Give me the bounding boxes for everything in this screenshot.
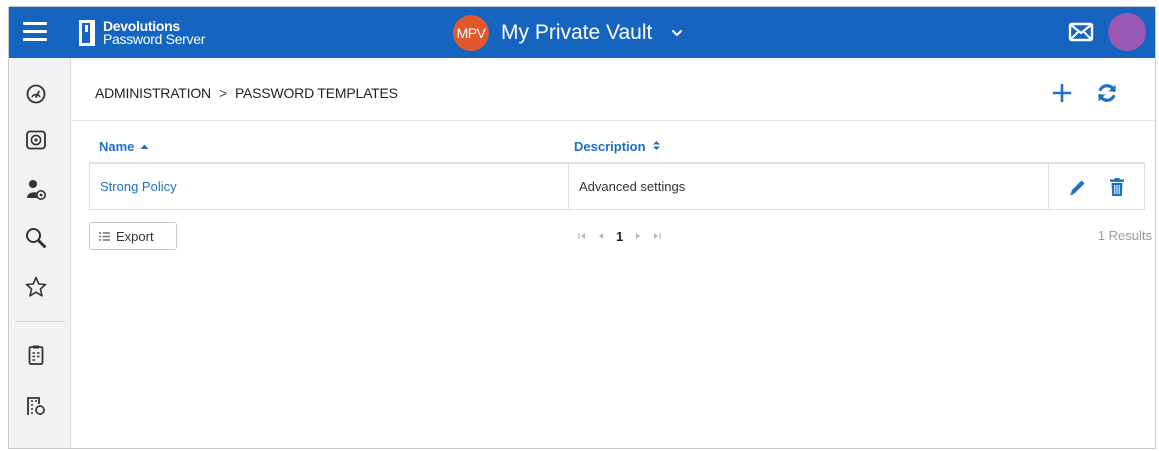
breadcrumb: ADMINISTRATION > PASSWORD TEMPLATES — [95, 85, 398, 101]
export-button[interactable]: Export — [89, 222, 177, 250]
clipboard-icon[interactable] — [24, 343, 48, 367]
grid-icon — [99, 229, 110, 244]
breadcrumb-separator: > — [218, 85, 227, 101]
top-bar: Devolutions Password Server MPV My Priva… — [9, 7, 1155, 58]
header-divider — [72, 120, 1155, 121]
logo-line2: Password Server — [103, 31, 206, 47]
export-label: Export — [116, 228, 154, 244]
app-logo[interactable]: Devolutions Password Server — [79, 16, 205, 50]
user-settings-icon[interactable] — [24, 178, 48, 202]
current-page-number[interactable]: 1 — [616, 229, 623, 244]
breadcrumb-parent[interactable]: ADMINISTRATION — [95, 85, 211, 101]
breadcrumb-current: PASSWORD TEMPLATES — [234, 85, 398, 101]
sort-both-icon — [652, 139, 661, 154]
search-icon[interactable] — [24, 226, 48, 250]
user-avatar[interactable] — [1108, 13, 1146, 51]
building-icon[interactable] — [24, 394, 48, 418]
logo-mark-icon — [79, 20, 95, 46]
add-icon[interactable] — [1049, 80, 1075, 106]
edit-pencil-icon[interactable] — [1068, 177, 1086, 197]
sidebar — [9, 58, 71, 448]
refresh-icon[interactable] — [1094, 80, 1120, 106]
next-page-icon[interactable] — [634, 231, 642, 243]
sort-ascending-icon — [140, 139, 149, 154]
results-count: 1 Results — [1097, 228, 1152, 243]
template-name-link[interactable]: Strong Policy — [90, 164, 569, 209]
first-page-icon[interactable] — [578, 231, 586, 243]
hamburger-menu-icon[interactable] — [23, 22, 47, 42]
column-header-description[interactable]: Description — [568, 139, 661, 154]
last-page-icon[interactable] — [653, 231, 661, 243]
vault-icon[interactable] — [24, 128, 48, 152]
app-window: Devolutions Password Server MPV My Priva… — [8, 6, 1156, 449]
previous-page-icon[interactable] — [597, 231, 605, 243]
dashboard-icon[interactable] — [24, 81, 48, 105]
mail-icon[interactable] — [1068, 21, 1094, 43]
star-icon[interactable] — [24, 275, 48, 299]
vault-badge: MPV — [453, 15, 489, 51]
delete-trash-icon[interactable] — [1108, 177, 1126, 197]
vault-name: My Private Vault — [501, 21, 653, 44]
column-header-name[interactable]: Name — [89, 139, 568, 154]
table-row: Strong Policy Advanced settings — [89, 164, 1145, 210]
sidebar-divider — [15, 321, 65, 322]
row-actions — [1049, 164, 1144, 209]
vault-selector[interactable]: MPV My Private Vault — [453, 15, 684, 51]
table-header-row: Name Description — [89, 130, 1145, 164]
template-description: Advanced settings — [569, 164, 1049, 209]
main-content: ADMINISTRATION > PASSWORD TEMPLATES Name — [72, 58, 1155, 448]
templates-table: Name Description Strong Policy Advanced … — [89, 130, 1145, 210]
chevron-down-icon — [670, 26, 684, 40]
pagination: 1 — [578, 229, 661, 244]
